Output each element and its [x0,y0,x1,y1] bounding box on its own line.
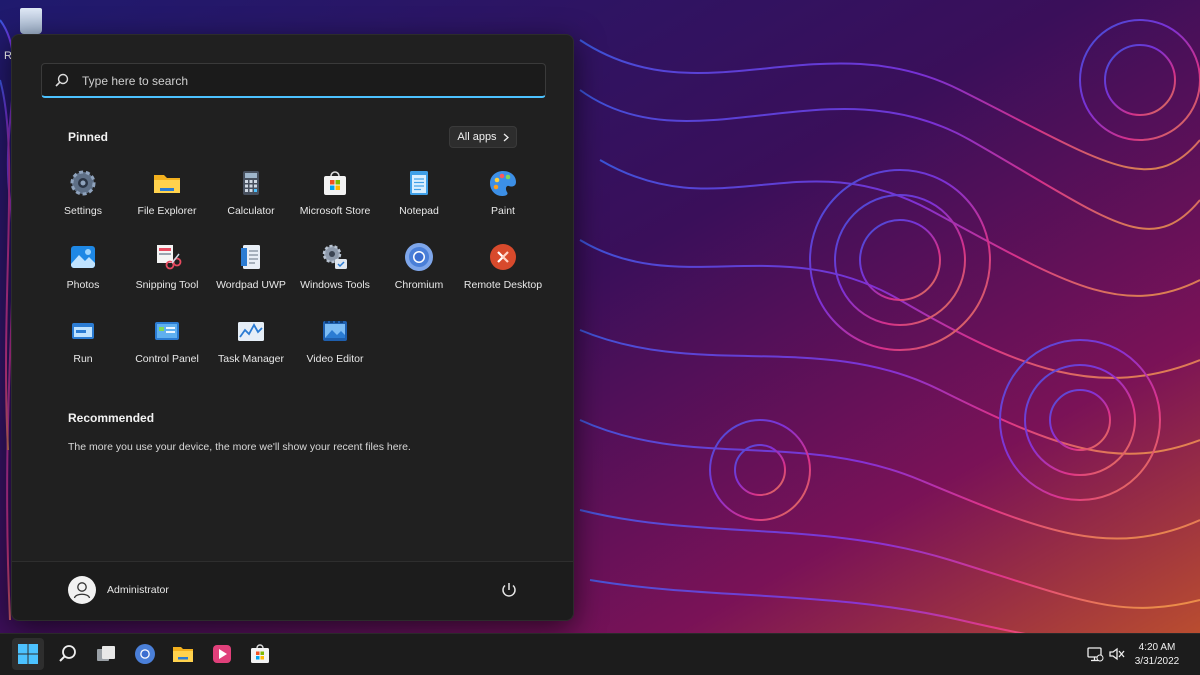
power-icon[interactable] [499,580,519,600]
pinned-app-remote-desktop[interactable]: Remote Desktop [461,234,545,308]
search-input[interactable] [80,70,534,92]
remote-desktop-icon [490,244,516,270]
microsoft-store-icon [324,171,346,195]
pinned-app-task-manager[interactable]: Task Manager [209,308,293,382]
app-label: Settings [64,205,102,217]
wordpad-icon [241,245,260,269]
taskbar: 4:20 AM 3/31/2022 [0,633,1200,675]
app-label: Photos [66,279,100,291]
pinned-app-settings[interactable]: Settings [41,160,125,234]
pinned-app-run[interactable]: Run [41,308,125,382]
file-explorer-icon [173,647,193,662]
search-icon [59,645,76,662]
snipping-tool-icon [157,245,182,270]
pinned-app-paint[interactable]: Paint [461,160,545,234]
clock-date: 3/31/2022 [1134,656,1180,667]
start-menu-footer: Administrator [12,561,573,620]
system-clock[interactable]: 4:20 AM 3/31/2022 [1127,641,1187,669]
pinned-app-chromium[interactable]: Chromium [377,234,461,308]
pinned-app-photos[interactable]: Photos [41,234,125,308]
microsoft-store-icon [251,644,269,663]
paint-icon [490,171,516,196]
volume-muted-icon[interactable] [1108,645,1126,663]
recycle-bin-icon [20,8,42,34]
user-avatar[interactable] [68,576,96,604]
taskbar-media-app[interactable] [206,638,238,670]
app-label: Windows Tools [300,279,370,291]
pinned-app-notepad[interactable]: Notepad [377,160,461,234]
all-apps-label: All apps [457,131,497,143]
network-icon[interactable] [1086,645,1104,663]
recommended-empty-text: The more you use your device, the more w… [68,441,411,453]
taskbar-microsoft-store[interactable] [244,638,276,670]
pinned-app-microsoft-store[interactable]: Microsoft Store [293,160,377,234]
windows-logo-icon [18,644,38,664]
user-name[interactable]: Administrator [107,584,169,596]
pinned-apps-grid: Settings File Explorer Calculator Micros… [41,160,561,382]
settings-icon [70,170,96,196]
run-icon [72,323,94,339]
start-menu: Pinned All apps Settings File Explorer [11,34,574,621]
pinned-app-video-editor[interactable]: Video Editor [293,308,377,382]
app-label: Chromium [394,279,444,291]
app-label: Remote Desktop [463,279,543,291]
task-manager-icon [238,322,264,341]
pinned-app-control-panel[interactable]: Control Panel [125,308,209,382]
file-explorer-icon [154,175,180,193]
taskbar-chromium[interactable] [129,638,161,670]
app-label: Notepad [399,205,439,217]
taskbar-file-explorer[interactable] [167,638,199,670]
chevron-right-icon [503,133,509,141]
app-label: Snipping Tool [135,279,199,291]
recommended-title: Recommended [68,411,155,425]
task-view-icon [97,646,115,661]
task-view-button[interactable] [90,638,122,670]
media-player-icon [213,645,231,663]
app-label: Calculator [227,205,275,217]
clock-time: 4:20 AM [1138,642,1176,653]
pinned-app-snipping-tool[interactable]: Snipping Tool [125,234,209,308]
all-apps-button[interactable]: All apps [449,126,517,148]
control-panel-icon [155,322,179,340]
chromium-icon [405,243,433,271]
photos-icon [71,246,95,268]
app-label: Video Editor [306,353,364,365]
chromium-icon [135,644,155,664]
pinned-app-file-explorer[interactable]: File Explorer [125,160,209,234]
start-button[interactable] [12,638,44,670]
search-box[interactable] [41,63,546,98]
app-label: Wordpad UWP [216,279,286,291]
app-label: Run [73,353,93,365]
app-label: File Explorer [137,205,197,217]
windows-tools-icon [322,244,347,269]
taskbar-search-button[interactable] [52,638,84,670]
calculator-icon [243,171,259,195]
search-icon [55,73,69,87]
app-label: Task Manager [218,353,284,365]
app-label: Microsoft Store [299,205,371,217]
pinned-title: Pinned [68,130,109,144]
app-label: Control Panel [135,353,199,365]
user-icon [73,582,91,599]
notepad-icon [410,171,428,195]
pinned-app-windows-tools[interactable]: Windows Tools [293,234,377,308]
pinned-app-calculator[interactable]: Calculator [209,160,293,234]
app-label: Paint [491,205,515,217]
pinned-app-wordpad-uwp[interactable]: Wordpad UWP [209,234,293,308]
video-editor-icon [323,321,347,341]
